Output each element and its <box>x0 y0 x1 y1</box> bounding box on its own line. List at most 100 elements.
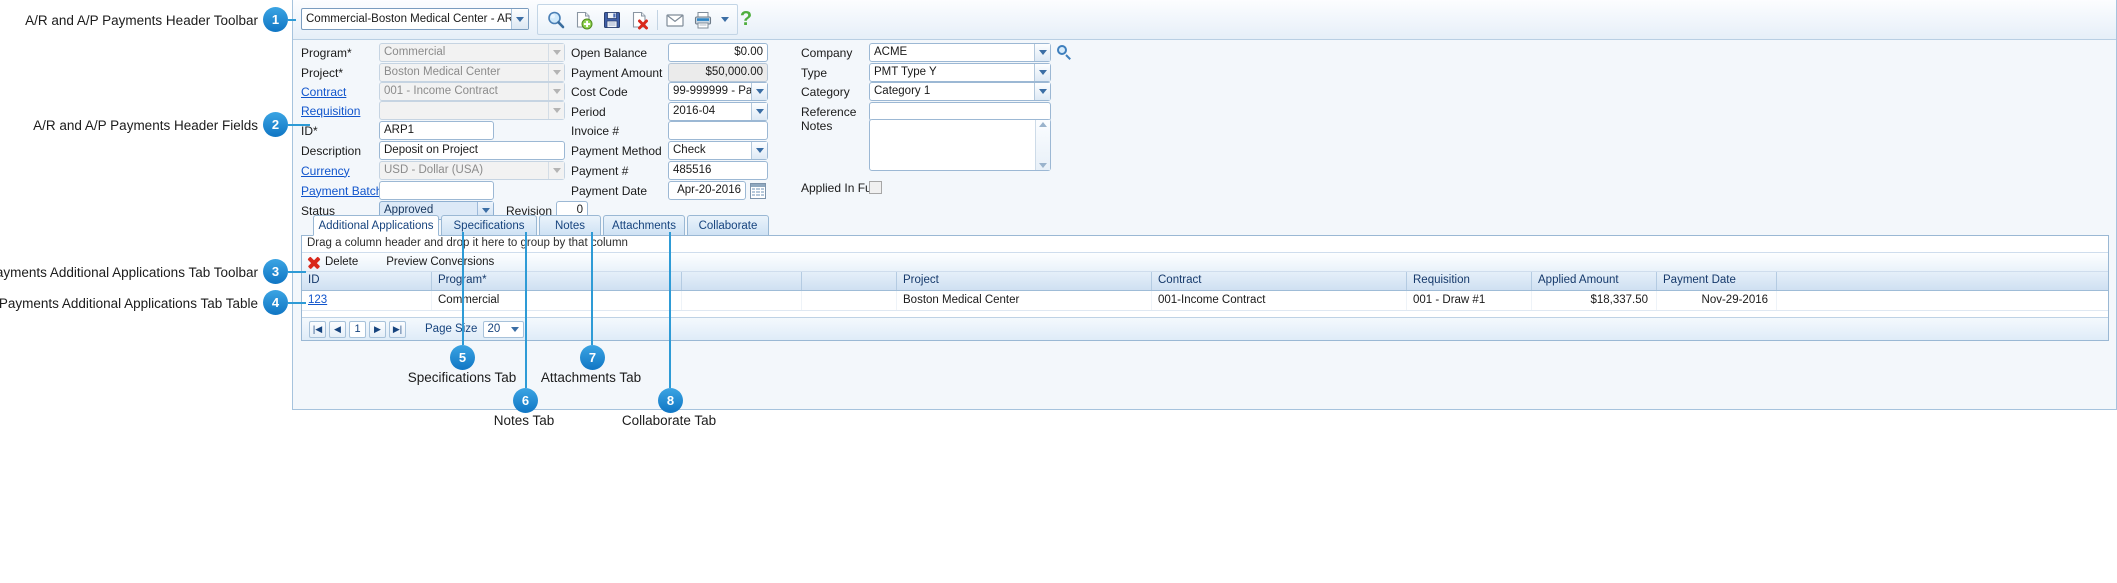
field-currency-link[interactable]: Currency <box>301 164 379 178</box>
table-cell[interactable]: 123 <box>302 291 432 310</box>
field-description-input[interactable]: Deposit on Project <box>379 141 565 160</box>
preview-conversions-button[interactable]: Preview Conversions <box>386 256 494 268</box>
pager-page-size-select[interactable]: 20 <box>483 320 525 338</box>
grid-body: 123 Commercial Boston Medical Center 001-In… <box>302 291 2108 311</box>
grid-delete-button[interactable]: Delete <box>307 256 358 269</box>
toolbar-separator <box>657 9 658 30</box>
field-project-label: Project* <box>301 65 344 80</box>
notes-scrollbar[interactable] <box>1035 120 1050 170</box>
scroll-down-icon[interactable] <box>1039 163 1047 168</box>
field-program-select[interactable]: Commercial <box>379 43 565 62</box>
field-project-value: Boston Medical Center <box>384 66 501 78</box>
table-cell: 001-Income Contract <box>1152 291 1407 310</box>
field-notes-textarea[interactable] <box>869 119 1051 171</box>
chevron-down-icon[interactable] <box>548 64 564 81</box>
document-selector-dropdown-icon[interactable] <box>511 9 528 29</box>
field-currency-select[interactable]: USD - Dollar (USA) <box>379 161 565 180</box>
tab-label: Collaborate <box>698 219 758 232</box>
pager-next-button[interactable]: ▶ <box>369 320 386 338</box>
calendar-icon[interactable] <box>750 182 766 199</box>
chevron-down-icon <box>516 16 524 22</box>
pager-first-button[interactable]: |◀ <box>309 320 326 338</box>
field-requisition-select[interactable] <box>379 101 565 120</box>
chevron-down-icon[interactable] <box>548 102 564 119</box>
pager-page-size-value: 20 <box>487 323 501 335</box>
field-payment-number-input[interactable]: 485516 <box>668 161 768 180</box>
callout-leader-line <box>462 232 464 345</box>
chevron-down-icon[interactable] <box>548 44 564 61</box>
field-category-select[interactable]: Category 1 <box>869 82 1051 101</box>
field-currency: Currency USD - Dollar (USA) <box>301 161 565 180</box>
field-payment-amount-input[interactable]: $50,000.00 <box>668 63 768 82</box>
chevron-down-icon[interactable] <box>1034 64 1050 81</box>
field-payment-number-label: Payment # <box>571 163 629 178</box>
tab-specifications[interactable]: Specifications <box>441 215 537 236</box>
field-type-select[interactable]: PMT Type Y <box>869 63 1051 82</box>
print-dropdown-button[interactable] <box>717 6 733 33</box>
field-contract-link[interactable]: Contract <box>301 85 379 99</box>
field-company-select[interactable]: ACME <box>869 43 1051 62</box>
grid-column-header[interactable]: Project <box>897 272 1152 290</box>
new-document-button[interactable] <box>570 6 598 33</box>
grid-column-header[interactable]: Applied Amount <box>1532 272 1657 290</box>
field-payment-batch-input[interactable] <box>379 181 494 200</box>
callout-badge-4: 4 <box>263 290 288 315</box>
field-invoice-number: Invoice # <box>571 121 768 140</box>
grid-column-header[interactable]: Contract <box>1152 272 1407 290</box>
field-company-value: ACME <box>874 46 908 58</box>
document-selector[interactable]: Commercial-Boston Medical Center - ARP1 … <box>301 8 529 30</box>
group-by-hint[interactable]: Drag a column header and drop it here to… <box>302 236 2108 253</box>
field-period-select[interactable]: 2016-04 <box>668 102 768 121</box>
field-payment-method-select[interactable]: Check <box>668 141 768 160</box>
tab-attachments[interactable]: Attachments <box>603 215 685 236</box>
chevron-down-icon[interactable] <box>1034 44 1050 61</box>
field-invoice-number-label: Invoice # <box>571 123 620 138</box>
email-button[interactable] <box>661 6 689 33</box>
tab-additional-applications[interactable]: Additional Applications <box>313 215 439 236</box>
field-id-input[interactable]: ARP1 <box>379 121 494 140</box>
grid-column-header[interactable]: Payment Date <box>1657 272 1777 290</box>
pager-prev-button[interactable]: ◀ <box>329 320 346 338</box>
delete-document-button[interactable] <box>626 6 654 33</box>
callout-badge-6: 6 <box>513 388 538 413</box>
tab-collaborate[interactable]: Collaborate <box>687 215 769 236</box>
grid-column-header[interactable]: Requisition <box>1407 272 1532 290</box>
grid-column-header[interactable] <box>802 272 897 290</box>
chevron-down-icon[interactable] <box>507 322 523 337</box>
table-row[interactable]: 123 Commercial Boston Medical Center 001-In… <box>302 291 2108 311</box>
document-selector-value: Commercial-Boston Medical Center - ARP1 … <box>306 13 511 25</box>
field-open-balance-input[interactable]: $0.00 <box>668 43 768 62</box>
field-payment-method: Payment Method Check <box>571 141 768 160</box>
field-contract-select[interactable]: 001 - Income Contract <box>379 82 565 101</box>
company-search-icon[interactable] <box>1057 45 1072 60</box>
chevron-down-icon[interactable] <box>548 162 564 179</box>
grid-column-header[interactable] <box>682 272 802 290</box>
field-contract-value: 001 - Income Contract <box>384 85 498 97</box>
callout-leader-line <box>669 232 671 388</box>
chevron-down-icon[interactable] <box>548 83 564 100</box>
save-button[interactable] <box>598 6 626 33</box>
field-payment-date-input[interactable]: Apr-20-2016 <box>668 181 746 200</box>
field-invoice-number-input[interactable] <box>668 121 768 140</box>
chevron-down-icon[interactable] <box>751 83 767 100</box>
callout-label-3: A/R and A/P Payments Additional Applicat… <box>0 265 258 280</box>
chevron-down-icon[interactable] <box>1034 83 1050 100</box>
tab-bar: Additional Applications Specifications Not… <box>301 215 2109 236</box>
pager-last-button[interactable]: ▶| <box>389 320 406 338</box>
applied-in-full-checkbox[interactable] <box>869 181 882 194</box>
field-requisition-link[interactable]: Requisition <box>301 104 379 118</box>
grid-column-header[interactable]: ID <box>302 272 432 290</box>
field-cost-code-select[interactable]: 99-999999 - Paymer <box>668 82 768 101</box>
print-button[interactable] <box>689 6 717 33</box>
grid-column-header[interactable]: Program* <box>432 272 682 290</box>
search-button[interactable] <box>542 6 570 33</box>
tab-label: Attachments <box>612 219 676 232</box>
scroll-up-icon[interactable] <box>1039 122 1047 127</box>
help-button[interactable]: ? <box>733 6 759 32</box>
field-project-select[interactable]: Boston Medical Center <box>379 63 565 82</box>
chevron-down-icon[interactable] <box>751 103 767 120</box>
chevron-down-icon[interactable] <box>751 142 767 159</box>
pager-page-number[interactable]: 1 <box>349 320 366 338</box>
field-payment-batch-link[interactable]: Payment Batch <box>301 184 382 198</box>
field-requisition: Requisition <box>301 101 565 120</box>
